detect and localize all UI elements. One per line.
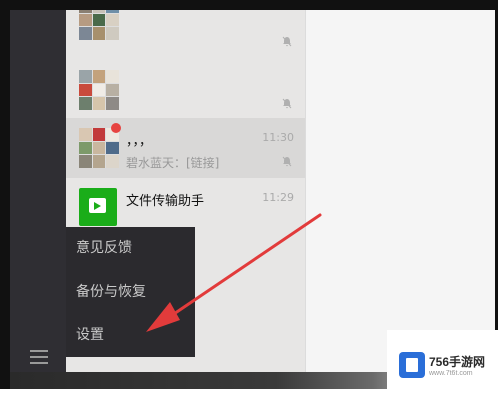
- watermark-url: www.7t6t.com: [429, 370, 473, 377]
- mute-icon: [282, 98, 292, 109]
- window-frame-top: [0, 0, 498, 10]
- mute-icon: [282, 156, 292, 167]
- chat-time: 11:29: [262, 191, 294, 204]
- chat-item[interactable]: ，，， 碧水蓝天：[链接] 11:30: [66, 118, 305, 178]
- menu-item-feedback[interactable]: 意见反馈: [66, 227, 195, 270]
- window-frame-left: [0, 0, 10, 400]
- menu-icon[interactable]: [30, 349, 48, 365]
- app-sidebar: [10, 10, 66, 372]
- site-logo-icon: [399, 352, 425, 378]
- chat-name: ，，，: [126, 134, 153, 149]
- chat-item[interactable]: [66, 60, 305, 120]
- watermark-brand: 756手游网: [429, 355, 486, 369]
- chat-name: 文件传输助手: [126, 194, 205, 209]
- menu-item-backup[interactable]: 备份与恢复: [66, 271, 195, 314]
- unread-badge: [111, 123, 121, 133]
- mute-icon: [282, 36, 292, 47]
- chat-preview: 碧水蓝天：[链接]: [126, 156, 220, 170]
- file-transfer-icon: [79, 188, 117, 226]
- chat-item[interactable]: [66, 10, 305, 50]
- chat-window-pane: [305, 10, 495, 372]
- group-avatar: [79, 10, 119, 40]
- chat-time: 11:30: [262, 131, 294, 144]
- site-watermark: 756手游网 www.7t6t.com: [387, 330, 498, 400]
- menu-item-settings[interactable]: 设置: [66, 314, 195, 357]
- group-avatar: [79, 70, 119, 110]
- settings-popup-menu: 意见反馈 备份与恢复 设置: [66, 227, 195, 357]
- group-avatar: [79, 128, 119, 168]
